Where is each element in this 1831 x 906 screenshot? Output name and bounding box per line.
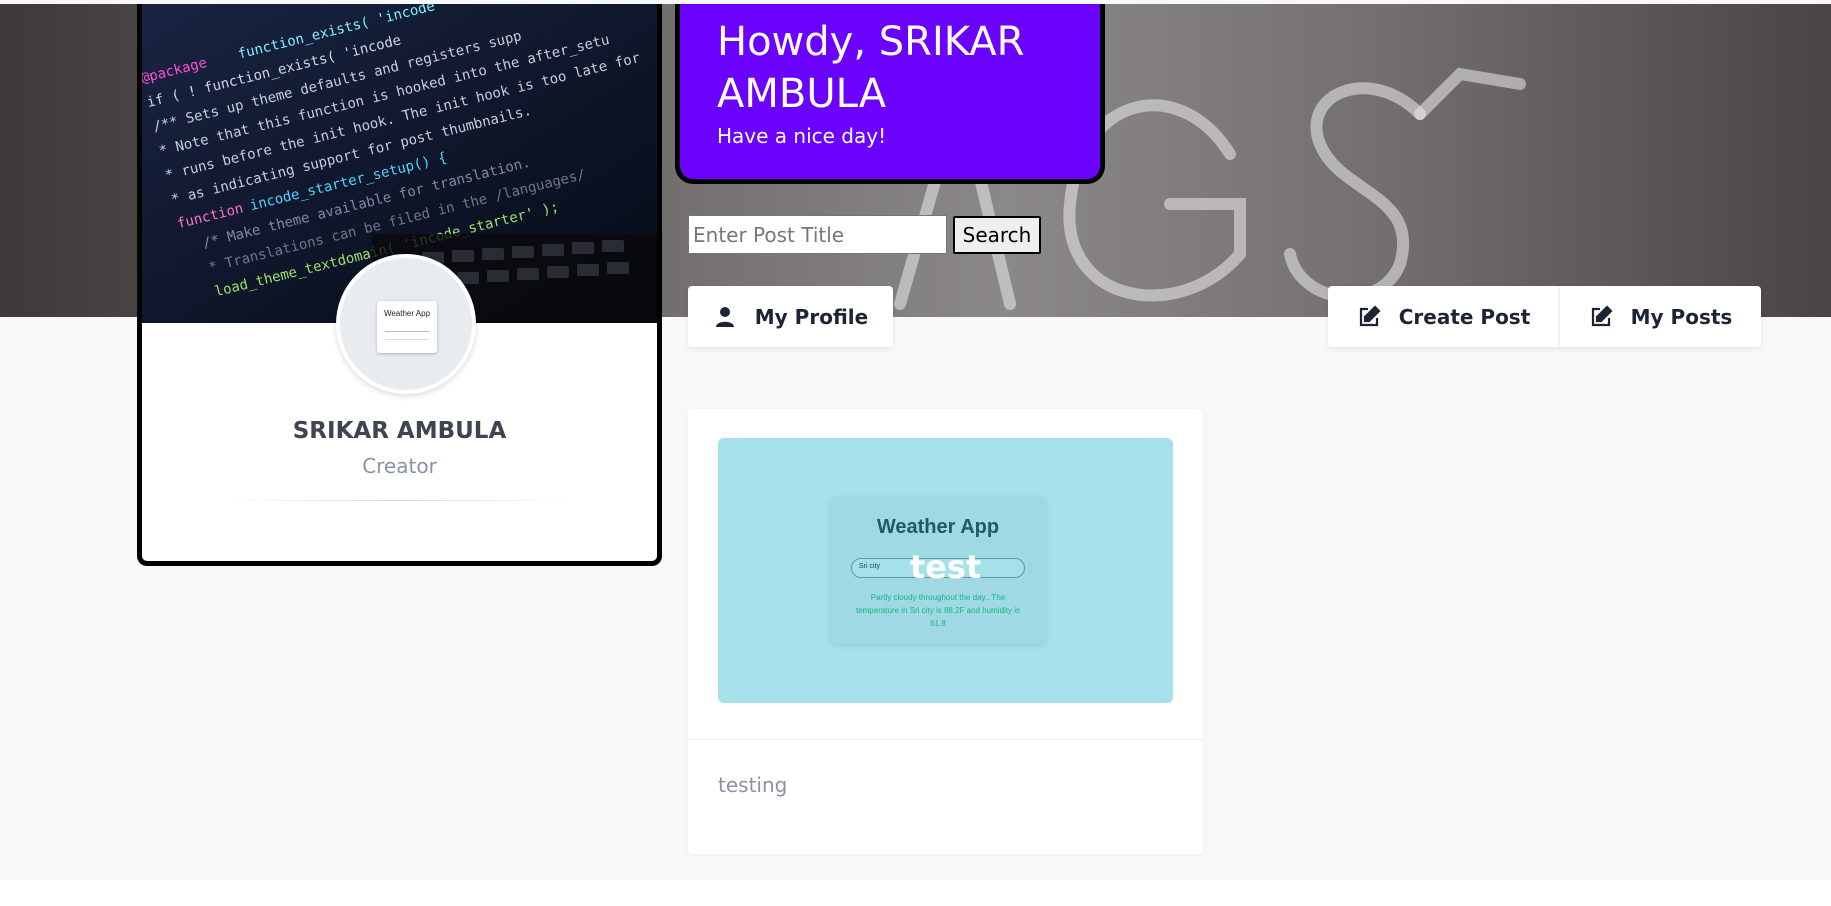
- greeting-banner: Howdy, SRIKAR AMBULA Have a nice day!: [675, 4, 1105, 184]
- post-divider: [688, 739, 1203, 740]
- user-icon: [713, 305, 737, 329]
- my-profile-label: My Profile: [754, 304, 869, 329]
- profile-card: @package function_exists( 'incode if ( !…: [137, 4, 662, 566]
- create-post-button[interactable]: Create Post: [1328, 286, 1559, 347]
- avatar-thumbnail: Weather App: [377, 301, 437, 353]
- my-posts-label: My Posts: [1630, 304, 1733, 329]
- post-card[interactable]: Weather App Sri city Partly cloudy throu…: [688, 409, 1203, 854]
- search-input[interactable]: [688, 215, 947, 254]
- create-post-label: Create Post: [1398, 304, 1531, 329]
- edit-icon: [1589, 304, 1613, 329]
- profile-role: Creator: [362, 454, 437, 478]
- avatar-thumbnail-input: [385, 331, 429, 332]
- post-title[interactable]: test: [718, 548, 1173, 586]
- weather-app-title: Weather App: [876, 516, 1000, 538]
- avatar-thumbnail-title: Weather App: [383, 309, 431, 318]
- my-posts-button[interactable]: My Posts: [1559, 286, 1761, 347]
- edit-icon: [1357, 304, 1381, 329]
- avatar: Weather App: [336, 254, 476, 394]
- greeting-title: Howdy, SRIKAR AMBULA: [717, 19, 1025, 117]
- weather-result-text: Partly cloudy throughout the day.. The t…: [855, 593, 1021, 628]
- search-button[interactable]: Search: [953, 216, 1041, 254]
- page-footer: [0, 880, 1831, 906]
- post-description: testing: [718, 773, 788, 797]
- post-image[interactable]: Weather App Sri city Partly cloudy throu…: [718, 438, 1173, 703]
- my-profile-button[interactable]: My Profile: [688, 286, 893, 347]
- avatar-thumbnail-line: [385, 339, 429, 340]
- profile-divider: [224, 500, 574, 501]
- profile-name: SRIKAR AMBULA: [292, 418, 507, 444]
- greeting-subtitle: Have a nice day!: [717, 124, 887, 148]
